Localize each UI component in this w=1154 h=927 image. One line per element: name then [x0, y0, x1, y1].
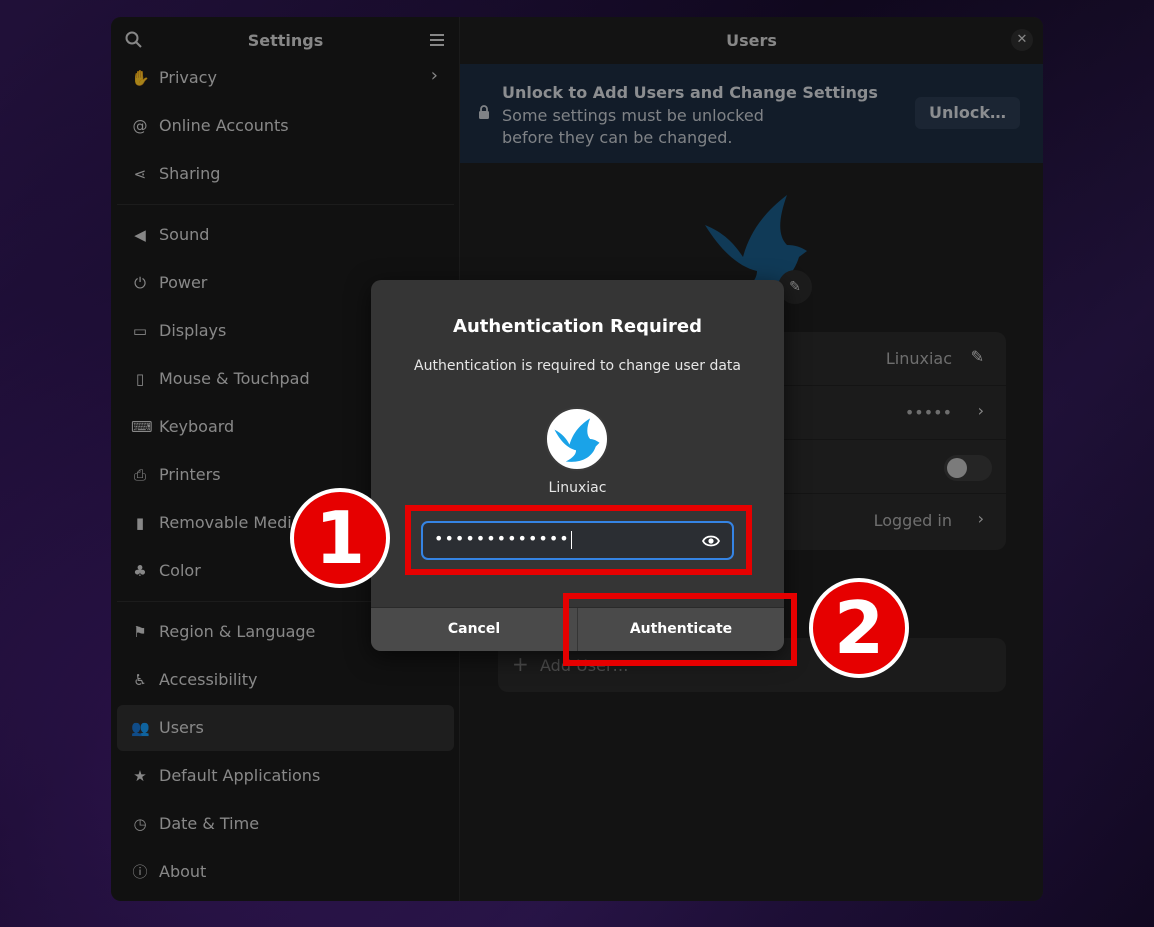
dialog-title: Authentication Required: [453, 316, 702, 337]
dialog-username: Linuxiac: [548, 480, 607, 496]
annotation-box-authenticate: [563, 593, 797, 666]
cancel-button[interactable]: Cancel: [371, 608, 577, 651]
step-badge-1: 1: [290, 488, 390, 588]
step-badge-2: 2: [809, 578, 909, 678]
dialog-description: Authentication is required to change use…: [414, 358, 741, 374]
dialog-user-avatar: [545, 407, 609, 471]
annotation-box-password: [405, 505, 752, 575]
bird-icon: [554, 418, 600, 462]
